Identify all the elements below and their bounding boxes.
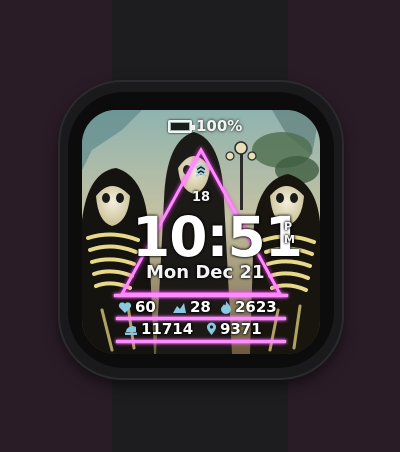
heart-icon xyxy=(118,301,132,313)
floors-chevrons-icon xyxy=(195,164,207,177)
time-display: 10:51 xyxy=(132,205,303,269)
date-display: Mon Dec 21 xyxy=(146,262,265,283)
battery-percent: 100% xyxy=(196,117,243,135)
battery-indicator: 100% xyxy=(168,117,242,135)
flame-icon xyxy=(221,301,231,314)
ampm-text: PM xyxy=(284,220,295,246)
active-minutes-icon xyxy=(173,302,186,313)
calories-value: 2623 xyxy=(235,298,277,316)
active-minutes-stat[interactable]: 28 xyxy=(172,298,211,316)
steps-value: 11714 xyxy=(141,320,194,338)
battery-icon xyxy=(168,119,195,133)
steps-icon xyxy=(125,325,137,335)
watch-screen[interactable]: 100% 18 10:51 PM Mon Dec 21 60 28 2623 1… xyxy=(82,110,320,354)
heart-rate-value: 60 xyxy=(135,298,156,316)
active-minutes-value: 28 xyxy=(190,298,211,316)
heart-rate-stat[interactable]: 60 xyxy=(118,298,156,316)
distance-stat[interactable]: 9371 xyxy=(206,320,262,338)
neon-divider-top xyxy=(114,294,288,297)
am-pm-label: PM xyxy=(284,220,295,246)
neon-divider-bottom xyxy=(116,340,286,343)
calories-stat[interactable]: 2623 xyxy=(220,298,277,316)
location-pin-icon xyxy=(207,322,216,335)
distance-value: 9371 xyxy=(220,320,262,338)
battery-level-fill xyxy=(171,122,189,130)
steps-stat[interactable]: 11714 xyxy=(124,320,193,338)
watch-band-bottom xyxy=(112,370,288,452)
floors-count: 18 xyxy=(191,190,211,205)
